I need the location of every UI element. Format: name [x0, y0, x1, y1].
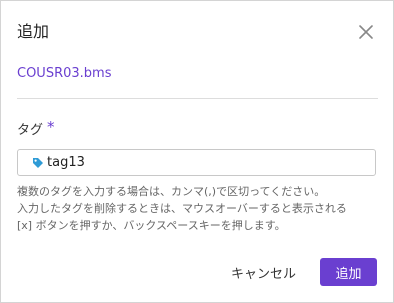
- divider: [17, 98, 378, 99]
- help-line: [x] ボタンを押すか、バックスペースキーを押します。: [17, 219, 286, 232]
- tag-label-text: タグ: [17, 123, 44, 138]
- dialog-title: 追加: [17, 22, 50, 41]
- tag-chip-label: tag13: [47, 155, 85, 170]
- add-tag-dialog: 追加 COUSR03.bms タグ * tag13 複数のタグを入力する場合は、カ…: [0, 0, 394, 303]
- cancel-button[interactable]: キャンセル: [219, 258, 308, 286]
- close-button[interactable]: [355, 21, 377, 43]
- tag-input[interactable]: tag13: [17, 149, 376, 176]
- tag-field-label: タグ *: [17, 118, 55, 140]
- required-mark: *: [47, 118, 55, 136]
- add-button[interactable]: 追加: [320, 258, 377, 286]
- help-text: 複数のタグを入力する場合は、カンマ(,)で区切ってください。 入力したタグを削除…: [17, 183, 385, 234]
- help-line: 複数のタグを入力する場合は、カンマ(,)で区切ってください。: [17, 185, 326, 198]
- file-name: COUSR03.bms: [17, 66, 112, 81]
- help-line: 入力したタグを削除するときは、マウスオーバーすると表示される: [17, 202, 347, 215]
- tag-icon: [32, 157, 44, 169]
- tag-chip: tag13: [32, 155, 85, 171]
- close-icon: [355, 21, 377, 43]
